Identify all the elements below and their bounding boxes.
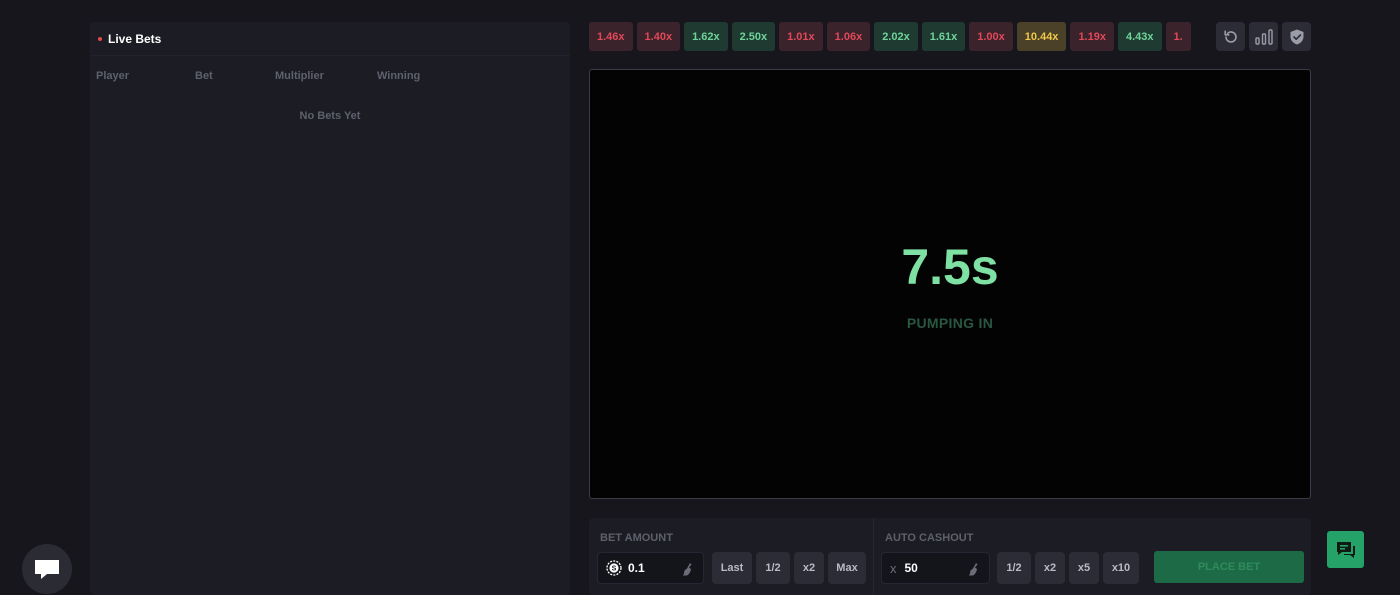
game-canvas: [589, 69, 1311, 499]
history-multiplier-chip[interactable]: 1.06x: [826, 22, 871, 51]
multiplier-prefix: x: [890, 560, 897, 576]
coin-icon: S: [606, 560, 622, 576]
live-indicator-dot: [98, 36, 102, 41]
live-bets-columns: Player Bet Multiplier Winning: [90, 70, 570, 82]
support-chat-icon: [1336, 541, 1355, 558]
no-bets-message: No Bets Yet: [299, 110, 361, 122]
place-bet-button[interactable]: PLACE BET: [1154, 551, 1304, 583]
chat-bubble-icon: [35, 560, 59, 579]
column-winning: Winning: [377, 70, 421, 82]
auto-cashout-label: AUTO CASHOUT: [885, 532, 974, 544]
controls-divider: [873, 518, 874, 595]
bar-chart-icon: [1254, 28, 1273, 45]
bet-amount-input[interactable]: S 0.1: [597, 552, 704, 584]
column-multiplier: Multiplier: [275, 70, 324, 82]
auto-cashout-input[interactable]: x 50: [881, 552, 990, 584]
chat-launcher[interactable]: [22, 544, 72, 594]
history-multiplier-chip[interactable]: 1.01x: [779, 22, 823, 51]
cashout-x5-button[interactable]: x5: [1069, 552, 1099, 584]
stats-button[interactable]: [1249, 22, 1278, 51]
history-multiplier-chip[interactable]: 1.: [1165, 22, 1191, 51]
auto-cashout-value: 50: [904, 561, 918, 575]
column-bet: Bet: [195, 70, 213, 82]
history-multiplier-chip[interactable]: 1.19x: [1070, 22, 1114, 51]
support-chat-button[interactable]: [1327, 531, 1364, 568]
cashout-x10-button[interactable]: x10: [1103, 552, 1139, 584]
bet-last-button[interactable]: Last: [712, 552, 752, 584]
bet-max-button[interactable]: Max: [828, 552, 866, 584]
bet-controls: BET AMOUNT S 0.1 Last 1/2 x2 Max AUTO CA…: [589, 518, 1311, 595]
refresh-button[interactable]: [1216, 22, 1245, 51]
cashout-x2-button[interactable]: x2: [1035, 552, 1065, 584]
shield-check-icon: [1290, 29, 1303, 44]
history-multiplier-chip[interactable]: 2.02x: [874, 22, 918, 51]
bet-double-button[interactable]: x2: [794, 552, 824, 584]
history-multiplier-chip[interactable]: 1.46x: [589, 22, 633, 51]
bet-amount-value: 0.1: [628, 561, 645, 575]
history-multiplier-chip[interactable]: 2.50x: [731, 22, 776, 51]
live-bets-title: Live Bets: [108, 31, 162, 46]
live-bets-header: Live Bets: [90, 22, 570, 56]
provably-fair-button[interactable]: [1282, 22, 1311, 51]
history-multiplier-chip[interactable]: 1.61x: [921, 22, 966, 51]
history-multiplier-chip[interactable]: 1.40x: [636, 22, 681, 51]
clear-icon[interactable]: [681, 562, 695, 576]
refresh-icon: [1223, 29, 1237, 43]
history-multiplier-chip[interactable]: 1.00x: [969, 22, 1013, 51]
history-multiplier-chip[interactable]: 10.44x: [1016, 22, 1067, 51]
clear-icon[interactable]: [967, 562, 981, 576]
column-player: Player: [96, 70, 130, 82]
history-multiplier-chip[interactable]: 4.43x: [1117, 22, 1162, 51]
cashout-half-button[interactable]: 1/2: [997, 552, 1031, 584]
bet-half-button[interactable]: 1/2: [756, 552, 790, 584]
history-multiplier-chip[interactable]: 1.62x: [684, 22, 728, 51]
svg-text:S: S: [612, 566, 617, 573]
live-bets-panel: Live Bets Player Bet Multiplier Winning …: [90, 22, 570, 595]
bet-amount-label: BET AMOUNT: [600, 532, 673, 544]
multiplier-history: 1.46x 1.40x 1.62x 2.50x 1.01x 1.06x 2.02x 1.61x…: [589, 22, 1213, 51]
